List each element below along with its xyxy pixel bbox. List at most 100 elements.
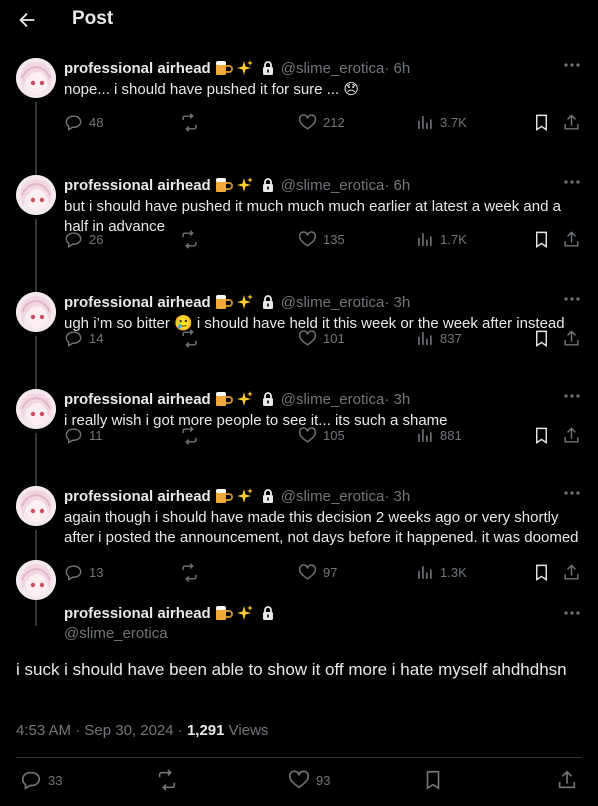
reply-icon [65,331,82,347]
action-bar: 26 135 1.7K [64,230,584,252]
views-chart-icon [418,332,432,345]
author-name[interactable]: professional airhead [64,60,211,77]
like-button[interactable]: 97 [298,563,337,582]
post-header: professional airhead @slime_erotica · 3h [64,487,410,505]
like-button[interactable]: 93 [288,769,330,791]
avatar[interactable] [16,560,56,600]
like-button[interactable]: 135 [298,230,345,249]
views-button[interactable]: 881 [415,426,462,445]
share-button[interactable] [562,113,581,132]
author-name[interactable]: professional airhead [64,294,211,311]
thread-post[interactable]: professional airhead @slime_erotica · 3h… [0,371,598,486]
views-button[interactable]: 1.3K [415,563,467,582]
post-time[interactable]: · 3h [384,294,410,311]
repost-button[interactable] [156,769,178,791]
author-name[interactable]: professional airhead [64,177,211,194]
avatar[interactable] [16,486,56,526]
more-options-icon[interactable] [564,62,580,68]
more-options-icon[interactable] [564,393,580,399]
like-button[interactable]: 105 [298,426,345,445]
heart-icon [298,114,317,130]
share-button[interactable] [562,426,581,445]
share-icon [564,330,579,346]
views-button[interactable]: 1.7K [415,230,467,249]
reply-button[interactable]: 26 [64,230,103,249]
bookmark-button[interactable] [532,329,551,348]
bookmark-button[interactable] [422,769,444,791]
author-name[interactable]: professional airhead [64,488,211,505]
repost-button[interactable] [180,329,199,348]
avatar[interactable] [16,389,56,429]
header: Post [0,0,598,40]
page-title: Post [72,8,114,29]
reply-icon [21,771,41,790]
more-options-icon[interactable] [564,610,580,616]
thread-post[interactable]: professional airhead @slime_erotica · 6h… [0,40,598,175]
share-button[interactable] [562,329,581,348]
repost-button[interactable] [180,113,199,132]
timestamp[interactable]: 4:53 AM · Sep 30, 2024 · [16,722,187,739]
sparkles-icon [235,59,255,77]
thread-post[interactable]: professional airhead @slime_erotica · 3h… [0,274,598,389]
repost-button[interactable] [180,426,199,445]
sparkles-icon [235,293,255,311]
back-arrow-icon[interactable] [16,9,38,31]
views-chart-icon [418,429,432,442]
bookmark-icon [536,564,547,581]
reply-button[interactable]: 33 [20,769,62,791]
heart-icon [298,564,317,580]
post-time[interactable]: · 3h [384,488,410,505]
bookmark-button[interactable] [532,563,551,582]
heart-icon [298,427,317,443]
thread-post[interactable]: professional airhead @slime_erotica · 3h… [0,468,598,626]
more-options-icon[interactable] [564,296,580,302]
share-button[interactable] [556,769,578,791]
reply-button[interactable]: 14 [64,329,103,348]
thread-post[interactable]: professional airhead @slime_erotica · 6h… [0,157,598,292]
more-options-icon[interactable] [564,490,580,496]
author-handle[interactable]: @slime_erotica [281,488,385,505]
author-name[interactable]: professional airhead [64,391,211,408]
reply-count: 13 [89,565,104,580]
reply-button[interactable]: 48 [64,113,103,132]
views-button[interactable]: 837 [415,329,462,348]
views-button[interactable]: 3.7K [415,113,467,132]
like-button[interactable]: 212 [298,113,345,132]
bookmark-button[interactable] [532,113,551,132]
sparkles-icon [235,390,255,408]
reply-button[interactable]: 11 [64,426,103,445]
sparkles-icon [235,487,255,505]
post-time[interactable]: · 6h [384,177,410,194]
post-header: professional airhead @slime_erotica · 3h [64,390,410,408]
share-icon [564,114,579,130]
views-count: 1.7K [440,232,467,247]
author-handle[interactable]: @slime_erotica [281,294,385,311]
more-options-icon[interactable] [564,179,580,185]
post-time-value: 3h [393,487,411,505]
bookmark-button[interactable] [532,426,551,445]
beer-mug-icon [213,176,233,194]
share-button[interactable] [562,230,581,249]
share-button[interactable] [562,563,581,582]
repost-button[interactable] [180,230,199,249]
author-handle[interactable]: @slime_erotica [281,177,385,194]
like-button[interactable]: 101 [298,329,345,348]
reply-button[interactable]: 13 [64,563,103,582]
avatar[interactable] [16,292,56,332]
avatar[interactable] [16,58,56,98]
sparkles-icon [235,604,255,622]
bookmark-button[interactable] [532,230,551,249]
repost-button[interactable] [180,563,199,582]
post-time[interactable]: · 3h [384,391,410,408]
author-handle[interactable]: @slime_erotica [281,60,385,77]
author-name[interactable]: professional airhead [64,605,211,622]
reply-count: 48 [89,115,104,130]
avatar[interactable] [16,175,56,215]
post-header: professional airhead @slime_erotica · 6h [64,176,410,194]
author-handle[interactable]: @slime_erotica [281,391,385,408]
like-count: 212 [323,115,345,130]
action-bar: 48 212 3.7K [64,113,584,135]
post-time[interactable]: · 6h [384,60,410,77]
bookmark-icon [536,330,547,347]
author-handle[interactable]: @slime_erotica [64,625,168,642]
